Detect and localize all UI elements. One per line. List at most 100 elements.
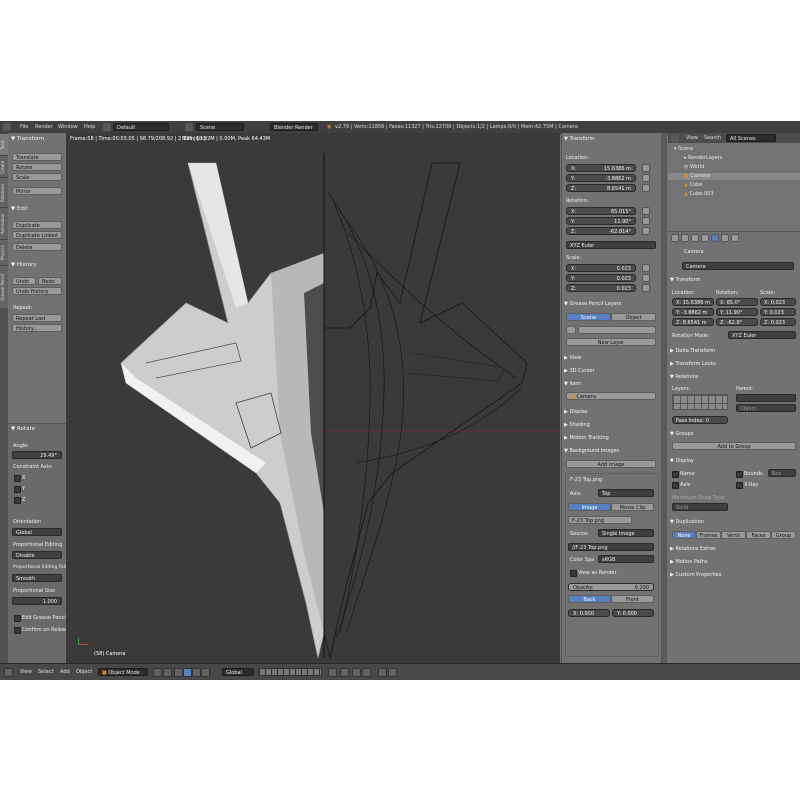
source-select[interactable]: Single Image bbox=[598, 529, 654, 537]
menu-add[interactable]: Add bbox=[60, 668, 70, 676]
edit-grease-pencil-checkbox[interactable] bbox=[14, 615, 21, 622]
3d-cursor-header[interactable]: ▶ 3D Cursor bbox=[564, 368, 595, 374]
dup-verts-tab[interactable]: Verts bbox=[721, 531, 746, 539]
lock-icon[interactable] bbox=[642, 227, 650, 235]
lock-icon[interactable] bbox=[642, 174, 650, 182]
tab-object[interactable]: Object bbox=[611, 313, 656, 321]
shading-icon[interactable] bbox=[153, 668, 162, 677]
layout-select[interactable]: Default bbox=[113, 123, 169, 131]
parent-type-select[interactable]: Object bbox=[736, 404, 796, 412]
scl-y-field[interactable]: Y: 0.023 bbox=[760, 308, 796, 316]
rotation-x-field[interactable]: X: 65.015° bbox=[566, 207, 636, 215]
tab-physics[interactable]: Physics bbox=[0, 239, 8, 266]
tab-create[interactable]: Create bbox=[0, 155, 8, 178]
scene-icon[interactable] bbox=[185, 123, 193, 131]
scale-manipulator-icon[interactable] bbox=[201, 668, 210, 677]
rot-x-field[interactable]: X: 65.0° bbox=[716, 298, 758, 306]
location-x-field[interactable]: X: 15.6386 m bbox=[566, 164, 636, 172]
layers-tab-icon[interactable] bbox=[681, 234, 689, 242]
lock-icon[interactable] bbox=[642, 284, 650, 292]
menu-window[interactable]: Window bbox=[58, 123, 78, 131]
proportional-edit-icon[interactable] bbox=[340, 668, 349, 677]
lock-icon[interactable] bbox=[642, 217, 650, 225]
panel-history-header[interactable]: ▼ History bbox=[8, 261, 66, 270]
grease-pencil-header[interactable]: ▼ Grease Pencil Layers bbox=[564, 301, 621, 307]
loc-z-field[interactable]: Z: 8.6541 m bbox=[672, 318, 714, 326]
tab-scene[interactable]: Scene bbox=[566, 313, 611, 321]
lock-icon[interactable] bbox=[642, 274, 650, 282]
custom-properties-header[interactable]: ▶ Custom Properties bbox=[670, 572, 721, 578]
manipulator-icon[interactable] bbox=[174, 668, 183, 677]
scene-tab-icon[interactable] bbox=[691, 234, 699, 242]
lock-icon[interactable] bbox=[642, 184, 650, 192]
render-animation-icon[interactable] bbox=[388, 668, 397, 677]
delta-transform-header[interactable]: ▶ Delta Transform bbox=[670, 348, 715, 354]
front-button[interactable]: Front bbox=[611, 595, 654, 603]
render-tab-icon[interactable] bbox=[671, 234, 679, 242]
render-preview-icon[interactable] bbox=[378, 668, 387, 677]
menu-help[interactable]: Help bbox=[84, 123, 95, 131]
proportional-editing-select[interactable]: Disable bbox=[12, 551, 62, 559]
scale-button[interactable]: Scale bbox=[12, 173, 62, 181]
world-tab-icon[interactable] bbox=[701, 234, 709, 242]
lock-icon[interactable] bbox=[642, 264, 650, 272]
x-offset-field[interactable]: X: 0.000 bbox=[568, 609, 610, 617]
object-transform-header[interactable]: ▼ Transform bbox=[670, 277, 700, 283]
tab-grease-pencil[interactable]: Grease Pencil bbox=[0, 265, 8, 308]
bounds-checkbox[interactable] bbox=[736, 471, 743, 478]
dup-none-tab[interactable]: None bbox=[672, 531, 696, 539]
rot-z-field[interactable]: Z: -62.8° bbox=[716, 318, 758, 326]
lock-icon[interactable] bbox=[642, 164, 650, 172]
rotation-mode-select[interactable]: XYZ Euler bbox=[728, 331, 796, 339]
pass-index-field[interactable]: Pass Index: 0 bbox=[672, 416, 728, 424]
menu-object[interactable]: Object bbox=[76, 668, 92, 676]
outliner-display-select[interactable]: All Scenes bbox=[726, 134, 776, 142]
rotation-y-field[interactable]: Y: 11.90° bbox=[566, 217, 636, 225]
angle-field[interactable]: 29.49° bbox=[12, 451, 62, 459]
dup-group-tab[interactable]: Group bbox=[771, 531, 796, 539]
snap-element-icon[interactable] bbox=[362, 668, 371, 677]
view-header[interactable]: ▶ View bbox=[564, 355, 581, 361]
filepath-field[interactable]: //F-23 Top.png bbox=[568, 543, 654, 551]
redo-button[interactable]: Redo bbox=[38, 277, 62, 285]
axis-x-checkbox[interactable] bbox=[14, 475, 21, 482]
motion-tracking-header[interactable]: ▶ Motion Tracking bbox=[564, 435, 609, 441]
translate-manipulator-icon[interactable] bbox=[183, 668, 192, 677]
object-tab-icon[interactable] bbox=[711, 234, 719, 242]
orientation-select[interactable]: Global bbox=[12, 528, 62, 536]
bounds-type-select[interactable]: Box bbox=[768, 469, 796, 477]
constraints-tab-icon[interactable] bbox=[721, 234, 729, 242]
axis-y-checkbox[interactable] bbox=[14, 486, 21, 493]
view-as-render-checkbox[interactable] bbox=[570, 570, 577, 577]
menu-file[interactable]: File bbox=[20, 123, 28, 131]
rotation-z-field[interactable]: Z: -62.814° bbox=[566, 227, 636, 235]
pencil-icon[interactable] bbox=[566, 326, 576, 334]
scene-layers-grid[interactable] bbox=[258, 668, 322, 676]
item-header[interactable]: ▼ Item bbox=[564, 381, 581, 387]
snap-icon[interactable] bbox=[352, 668, 361, 677]
colorspace-select[interactable]: sRGB bbox=[598, 555, 654, 563]
item-name-field[interactable]: ■ Camera bbox=[566, 392, 656, 400]
motion-paths-header[interactable]: ▶ Motion Paths bbox=[670, 559, 708, 565]
rotation-mode-select[interactable]: XYZ Euler bbox=[566, 241, 656, 249]
render-engine-select[interactable]: Blender Render bbox=[270, 123, 318, 131]
dup-faces-tab[interactable]: Faces bbox=[746, 531, 771, 539]
tab-relations[interactable]: Relations bbox=[0, 177, 8, 208]
rot-y-field[interactable]: Y: 11.90° bbox=[716, 308, 758, 316]
new-layer-button[interactable]: New Layer bbox=[566, 338, 656, 346]
tab-tools[interactable]: Tools bbox=[0, 133, 8, 156]
delete-button[interactable]: Delete bbox=[12, 243, 62, 251]
tab-image[interactable]: Image bbox=[568, 503, 611, 511]
groups-header[interactable]: ▼ Groups bbox=[670, 431, 693, 437]
relations-extras-header[interactable]: ▶ Relations Extras bbox=[670, 546, 716, 552]
outliner-row-world[interactable]: ◎ World bbox=[668, 164, 800, 171]
scale-y-field[interactable]: Y: 0.023 bbox=[566, 274, 636, 282]
rotate-manipulator-icon[interactable] bbox=[192, 668, 201, 677]
xray-checkbox[interactable] bbox=[736, 482, 743, 489]
layout-icon[interactable] bbox=[103, 123, 111, 131]
layers-grid[interactable] bbox=[672, 394, 728, 410]
location-z-field[interactable]: Z: 8.6541 m bbox=[566, 184, 636, 192]
outliner-row-cube[interactable]: ▲ Cube bbox=[668, 182, 800, 189]
proportional-size-field[interactable]: 1.000 bbox=[12, 597, 62, 605]
grease-layer-slot[interactable] bbox=[578, 326, 656, 334]
